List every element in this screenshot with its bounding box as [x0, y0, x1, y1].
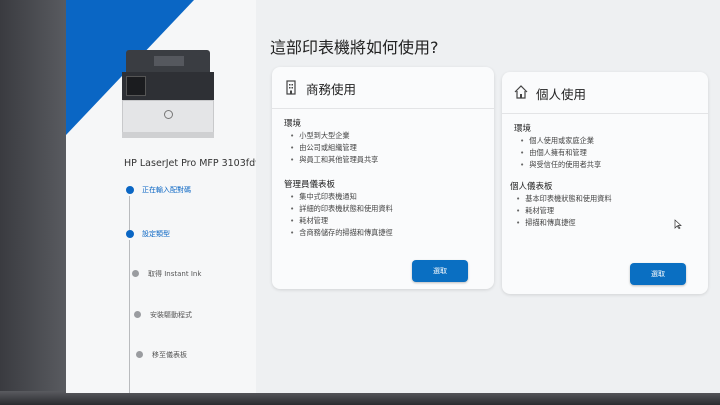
- page-title: 這部印表機將如何使用?: [270, 38, 439, 57]
- dashboard-heading: 個人儀表板: [510, 182, 553, 192]
- list-item: 詳細的印表機狀態和使用資料: [290, 203, 392, 215]
- list-item: 含商務儲存的掃描和傳真捷徑: [290, 227, 392, 239]
- card-title: 個人使用: [536, 87, 587, 102]
- list-item: 由公司或組織管理: [290, 142, 378, 154]
- monitor-bezel-bottom: [0, 391, 720, 405]
- dashboard-list: 基本印表機狀態和使用資料 耗材管理 掃描和傳真捷徑: [516, 193, 612, 229]
- environment-list: 小型到大型企業 由公司或組織管理 與員工和其他管理員共享: [290, 130, 378, 166]
- list-item: 小型到大型企業: [290, 130, 378, 142]
- environment-heading: 環境: [514, 124, 532, 134]
- environment-heading: 環境: [284, 119, 302, 129]
- list-item: 耗材管理: [516, 205, 612, 217]
- personal-use-card[interactable]: 個人使用 環境 個人使用或家庭企業 由個人擁有和管理 與受信任的使用者共享 個人…: [502, 72, 708, 294]
- dashboard-heading: 管理員儀表板: [284, 180, 336, 190]
- select-business-button[interactable]: 選取: [412, 260, 468, 282]
- monitor-bezel: [0, 0, 68, 405]
- hp-logo-icon: [164, 110, 173, 119]
- printer-model-name: HP LaserJet Pro MFP 3103fdw: [124, 158, 256, 169]
- main-content: 這部印表機將如何使用? 商務使用 環境 小型到大型企業 由公司或組織管理 與員工…: [256, 0, 720, 393]
- step-indicator-icon: [126, 186, 134, 194]
- environment-list: 個人使用或家庭企業 由個人擁有和管理 與受信任的使用者共享: [520, 135, 601, 171]
- step-indicator-icon: [126, 230, 134, 238]
- home-icon: [514, 85, 528, 99]
- card-header: 商務使用: [272, 67, 494, 109]
- printer-image: [122, 50, 214, 140]
- business-use-card[interactable]: 商務使用 環境 小型到大型企業 由公司或組織管理 與員工和其他管理員共享 管理員…: [272, 67, 494, 289]
- list-item: 與員工和其他管理員共享: [290, 154, 378, 166]
- app-screen: HP LaserJet Pro MFP 3103fdw 正在輸入配對碼 設定類型…: [66, 0, 720, 393]
- step-indicator-icon: [136, 351, 143, 358]
- list-item: 基本印表機狀態和使用資料: [516, 193, 611, 205]
- card-title: 商務使用: [306, 82, 357, 97]
- step-indicator-icon: [134, 311, 141, 318]
- list-item: 與受信任的使用者共享: [520, 159, 601, 171]
- mouse-cursor-icon: [674, 219, 682, 229]
- list-item: 耗材管理: [290, 215, 393, 227]
- card-header: 個人使用: [502, 72, 708, 114]
- select-personal-button[interactable]: 選取: [630, 263, 686, 285]
- list-item: 掃描和傳真捷徑: [516, 217, 612, 229]
- list-item: 由個人擁有和管理: [520, 147, 601, 159]
- office-building-icon: [286, 80, 296, 95]
- dashboard-list: 集中式印表機通知 詳細的印表機狀態和使用資料 耗材管理 含商務儲存的掃描和傳真捷…: [290, 191, 393, 239]
- step-indicator-icon: [132, 270, 139, 277]
- list-item: 集中式印表機通知: [290, 191, 393, 203]
- setup-sidebar: HP LaserJet Pro MFP 3103fdw 正在輸入配對碼 設定類型…: [66, 0, 256, 393]
- list-item: 個人使用或家庭企業: [520, 135, 601, 147]
